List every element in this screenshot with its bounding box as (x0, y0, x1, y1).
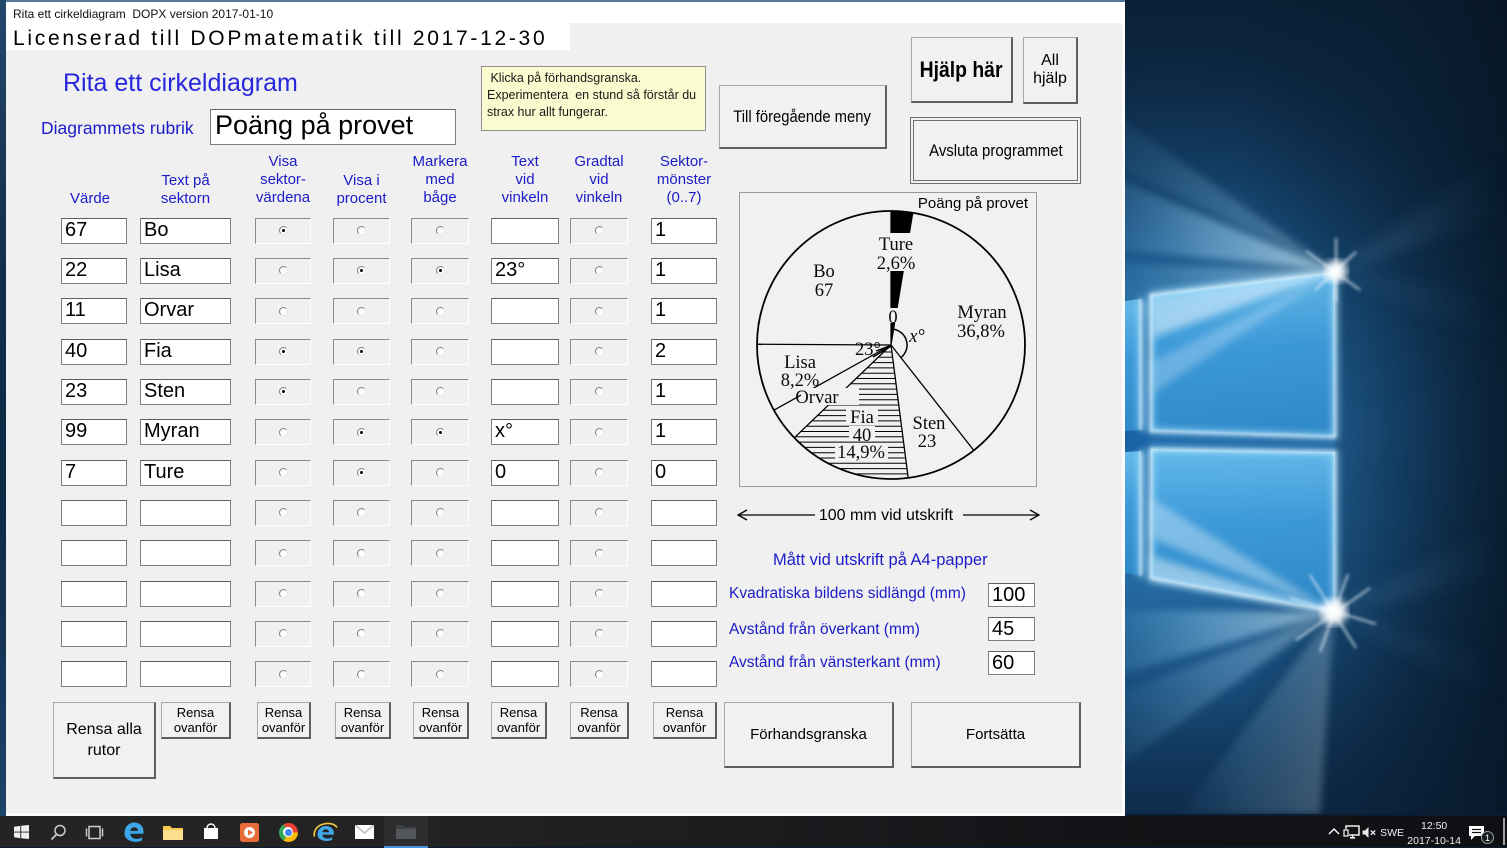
svg-text:67: 67 (815, 281, 834, 301)
svg-text:0: 0 (888, 308, 897, 328)
svg-text:100 mm vid utskrift: 100 mm vid utskrift (819, 507, 954, 524)
svg-text:23: 23 (918, 432, 937, 452)
svg-text:23°: 23° (855, 340, 881, 360)
svg-text:Bo: Bo (813, 262, 835, 282)
svg-text:Poäng på provet: Poäng på provet (918, 195, 1029, 212)
svg-text:x°: x° (908, 327, 925, 347)
svg-text:Lisa: Lisa (784, 353, 816, 373)
svg-text:36,8%: 36,8% (957, 322, 1005, 342)
svg-text:Orvar: Orvar (795, 388, 838, 408)
svg-text:Ture: Ture (879, 235, 913, 255)
svg-text:Sten: Sten (913, 414, 946, 434)
svg-text:Fia: Fia (850, 408, 874, 428)
svg-text:14,9%: 14,9% (837, 443, 885, 463)
svg-text:2,6%: 2,6% (877, 254, 916, 274)
svg-text:Myran: Myran (957, 303, 1006, 323)
